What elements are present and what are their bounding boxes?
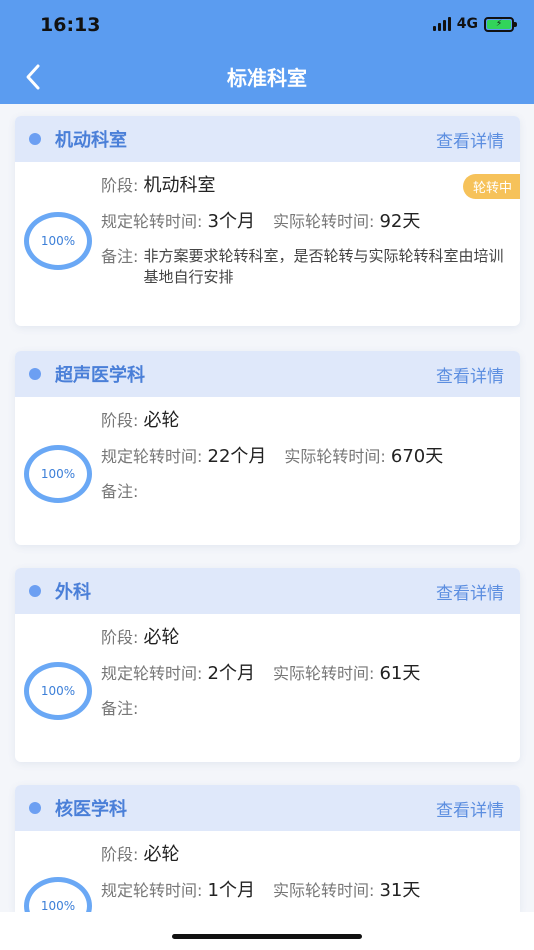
progress-ring: 100%: [24, 877, 92, 912]
bullet-dot: [29, 368, 41, 380]
network-type: 4G: [456, 16, 478, 32]
stage-row: 阶段: 必轮: [101, 410, 180, 431]
signal-icon: [432, 17, 451, 31]
bullet-dot: [29, 585, 41, 597]
progress-ring: 100%: [24, 662, 92, 720]
page-title: 标准科室: [227, 66, 307, 90]
stage-row: 阶段: 机动科室: [101, 175, 216, 196]
status-badge: 轮转中: [462, 174, 520, 199]
status-time: 16:13: [40, 14, 101, 36]
progress-ring: 100%: [24, 445, 92, 503]
time-row: 规定轮转时间: 3个月 实际轮转时间: 92天: [101, 211, 421, 232]
remark-row: 备注:: [101, 482, 139, 501]
view-details-link[interactable]: 查看详情: [436, 796, 504, 821]
status-icons: 4G ⚡: [432, 16, 517, 32]
department-name: 核医学科: [55, 799, 127, 820]
card-header: 机动科室 查看详情: [15, 116, 520, 162]
remark-row: 备注:: [101, 699, 139, 718]
view-details-link[interactable]: 查看详情: [436, 127, 504, 152]
department-name: 超声医学科: [55, 365, 145, 386]
department-name: 外科: [55, 582, 91, 603]
bullet-dot: [29, 133, 41, 145]
view-details-link[interactable]: 查看详情: [436, 579, 504, 604]
view-details-link[interactable]: 查看详情: [436, 362, 504, 387]
progress-ring: 100%: [24, 212, 92, 270]
remark-row: 备注: 非方案要求轮转科室，是否轮转与实际轮转科室由培训基地自行安排: [101, 247, 504, 286]
department-card: 超声医学科 查看详情 100% 阶段: 必轮 规定轮转时间: 22个月 实际轮转时…: [15, 351, 520, 545]
bottom-bar: [0, 912, 534, 950]
stage-row: 阶段: 必轮: [101, 627, 180, 648]
time-row: 规定轮转时间: 1个月 实际轮转时间: 31天: [101, 880, 421, 901]
department-card: 核医学科 查看详情 100% 阶段: 必轮 规定轮转时间: 1个月 实际轮转时间:…: [15, 785, 520, 912]
remark-text: 非方案要求轮转科室，是否轮转与实际轮转科室由培训基地自行安排: [143, 247, 504, 286]
card-header: 核医学科 查看详情: [15, 785, 520, 831]
time-row: 规定轮转时间: 2个月 实际轮转时间: 61天: [101, 663, 421, 684]
stage-row: 阶段: 必轮: [101, 844, 180, 865]
time-row: 规定轮转时间: 22个月 实际轮转时间: 670天: [101, 446, 444, 467]
card-header: 外科 查看详情: [15, 568, 520, 614]
bullet-dot: [29, 802, 41, 814]
battery-charging-icon: ⚡: [484, 16, 517, 32]
department-card: 机动科室 查看详情 100% 阶段: 机动科室 规定轮转时间: 3个月 实际轮转时…: [15, 116, 520, 326]
department-name: 机动科室: [55, 130, 127, 151]
home-indicator[interactable]: [172, 934, 362, 939]
nav-header: 16:13 4G ⚡ 标准科室: [0, 0, 534, 104]
department-card: 外科 查看详情 100% 阶段: 必轮 规定轮转时间: 2个月 实际轮转时间: 6…: [15, 568, 520, 762]
card-header: 超声医学科 查看详情: [15, 351, 520, 397]
